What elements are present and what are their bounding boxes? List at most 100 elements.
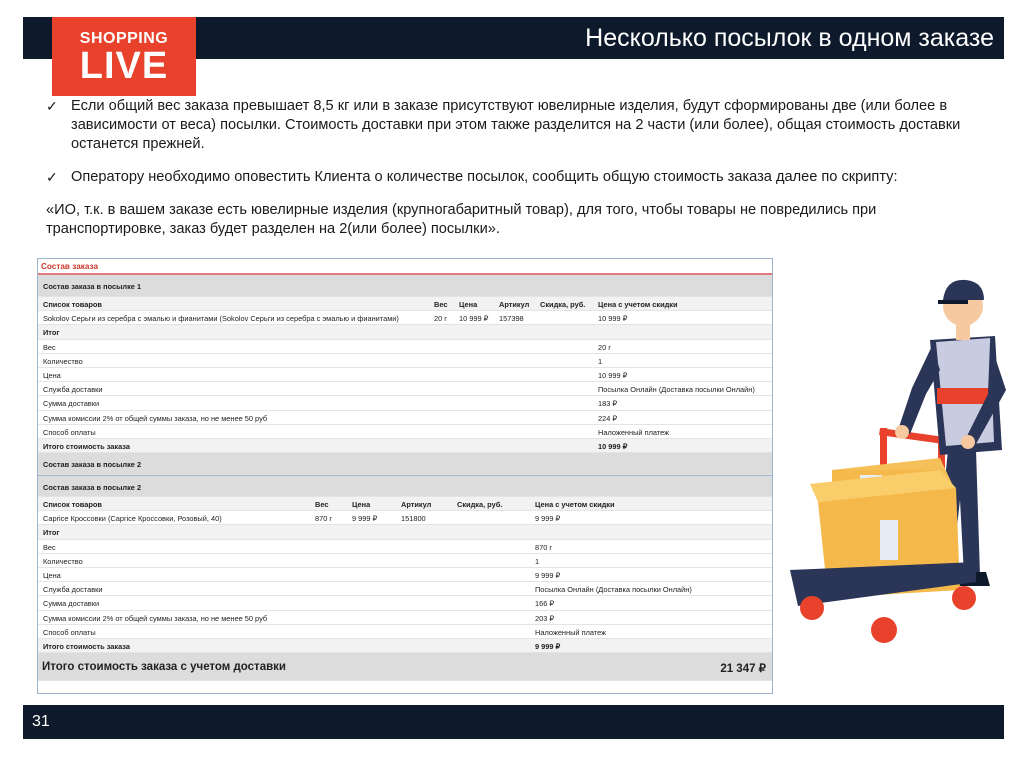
row-value: 1 bbox=[598, 356, 603, 366]
table-row: Цена 9 999 ₽ bbox=[38, 568, 772, 583]
cart-wheel bbox=[952, 586, 976, 610]
row-value: Наложенный платеж bbox=[598, 427, 670, 437]
parcel1-total: Итого стоимость заказа 10 999 ₽ bbox=[38, 438, 772, 454]
bullet-item: ✓ Если общий вес заказа превышает 8,5 кг… bbox=[46, 97, 976, 154]
bullet-list: ✓ Если общий вес заказа превышает 8,5 кг… bbox=[46, 97, 976, 239]
summary-label-row: Итог bbox=[38, 525, 772, 540]
table-row: Вес 20 г bbox=[38, 340, 772, 354]
table-row: Цена 10 999 ₽ bbox=[38, 368, 772, 383]
col-final: Цена с учетом скидки bbox=[535, 500, 615, 510]
row-value: 183 ₽ bbox=[598, 399, 618, 409]
item-weight: 870 г bbox=[315, 514, 333, 524]
parcel1-columns: Список товаров Вес Цена Артикул Скидка, … bbox=[38, 297, 772, 312]
row-value: Посылка Онлайн (Доставка посылки Онлайн) bbox=[598, 385, 755, 395]
table-row: Служба доставки Посылка Онлайн (Доставка … bbox=[38, 582, 772, 597]
row-label: Вес bbox=[43, 342, 56, 352]
order-title-text: Состав заказа bbox=[41, 262, 99, 271]
item-final: 10 999 ₽ bbox=[598, 314, 628, 324]
checkmark-icon: ✓ bbox=[46, 169, 58, 185]
bullet-item: ✓ Оператору необходимо оповестить Клиент… bbox=[46, 168, 976, 187]
table-row: Способ оплаты Наложенный платеж bbox=[38, 625, 772, 639]
row-label: Сумма комиссии 2% от общей суммы заказа,… bbox=[43, 413, 268, 423]
item-price: 9 999 ₽ bbox=[352, 514, 378, 524]
row-value: Посылка Онлайн (Доставка посылки Онлайн) bbox=[535, 585, 692, 595]
summary-label: Итог bbox=[43, 528, 60, 538]
col-article: Артикул bbox=[499, 300, 530, 309]
parcel2-collapsed-header[interactable]: Состав заказа в посылке 2 bbox=[38, 453, 772, 476]
item-product: Caprice Кроссовки (Caprice Кроссовки, Ро… bbox=[43, 514, 222, 524]
col-discount: Скидка, руб. bbox=[457, 500, 503, 510]
row-label: Сумма доставки bbox=[43, 399, 100, 409]
summary-label: Итог bbox=[43, 328, 60, 338]
row-value: 870 г bbox=[535, 542, 553, 552]
total-label: Итого стоимость заказа bbox=[43, 441, 130, 451]
table-row: Сумма комиссии 2% от общей суммы заказа,… bbox=[38, 611, 772, 625]
parcel2-collapsed-text: Состав заказа в посылке 2 bbox=[43, 460, 142, 470]
table-row: Caprice Кроссовки (Caprice Кроссовки, Ро… bbox=[38, 511, 772, 526]
row-label: Служба доставки bbox=[43, 585, 103, 595]
table-row: Количество 1 bbox=[38, 554, 772, 568]
bullet-text: Оператору необходимо оповестить Клиента … bbox=[71, 169, 898, 185]
cart-wheel bbox=[800, 596, 824, 620]
col-discount: Скидка, руб. bbox=[540, 300, 586, 309]
table-row: Сумма комиссии 2% от общей суммы заказа,… bbox=[38, 411, 772, 425]
row-value: 10 999 ₽ bbox=[598, 370, 628, 380]
bullet-text: Если общий вес заказа превышает 8,5 кг и… bbox=[71, 98, 961, 152]
worker-hand-left bbox=[895, 425, 909, 439]
total-value: 9 999 ₽ bbox=[535, 641, 561, 651]
row-value: Наложенный платеж bbox=[535, 627, 607, 637]
row-value: 203 ₽ bbox=[535, 613, 555, 623]
row-label: Способ оплаты bbox=[43, 427, 96, 437]
item-weight: 20 г bbox=[434, 314, 447, 324]
row-label: Служба доставки bbox=[43, 385, 103, 395]
row-value: 224 ₽ bbox=[598, 413, 618, 423]
col-final: Цена с учетом скидки bbox=[598, 300, 678, 309]
grand-total-row: Итого стоимость заказа с учетом доставки… bbox=[38, 653, 772, 682]
summary-label-row: Итог bbox=[38, 325, 772, 340]
row-label: Цена bbox=[43, 571, 61, 580]
parcel1-header: Состав заказа в посылке 1 bbox=[38, 275, 772, 297]
col-weight: Вес bbox=[315, 500, 329, 510]
row-value: 20 г bbox=[598, 342, 611, 352]
script-quote: «ИО, т.к. в вашем заказе есть ювелирные … bbox=[46, 202, 877, 237]
parcel1-header-text: Состав заказа в посылке 1 bbox=[43, 282, 142, 291]
row-label: Способ оплаты bbox=[43, 627, 96, 637]
row-label: Цена bbox=[43, 370, 61, 380]
col-product: Список товаров bbox=[43, 500, 102, 510]
slide-title: Несколько посылок в одном заказе bbox=[585, 24, 994, 52]
total-label: Итого стоимость заказа bbox=[43, 641, 130, 651]
row-label: Количество bbox=[43, 356, 83, 366]
table-row: Количество 1 bbox=[38, 354, 772, 368]
row-label: Количество bbox=[43, 556, 83, 566]
table-row: Служба доставки Посылка Онлайн (Доставка … bbox=[38, 382, 772, 397]
row-label: Сумма доставки bbox=[43, 599, 100, 609]
delivery-worker-illustration bbox=[790, 279, 1006, 643]
grand-total-value: 21 347 ₽ bbox=[720, 663, 766, 676]
order-table: Состав заказа Состав заказа в посылке 1 … bbox=[37, 258, 773, 694]
table-row: Sokolov Серьги из серебра с эмалью и фиа… bbox=[38, 311, 772, 326]
row-value: 9 999 ₽ bbox=[535, 571, 561, 580]
col-article: Артикул bbox=[401, 500, 432, 510]
col-product: Список товаров bbox=[43, 300, 102, 309]
footer-bar: 31 bbox=[23, 705, 1004, 739]
col-price: Цена bbox=[459, 300, 478, 309]
logo-text-bottom: LIVE bbox=[79, 44, 169, 87]
page-number: 31 bbox=[32, 713, 50, 730]
cap-visor bbox=[938, 300, 968, 304]
row-label: Вес bbox=[43, 542, 56, 552]
parcel2-header-text: Состав заказа в посылке 2 bbox=[43, 483, 142, 493]
table-row: Сумма доставки 166 ₽ bbox=[38, 596, 772, 611]
table-row: Вес 870 г bbox=[38, 540, 772, 554]
cart-wheel bbox=[871, 617, 897, 643]
box-bottom-tape bbox=[880, 520, 898, 560]
worker-cap bbox=[943, 279, 984, 300]
item-article: 151800 bbox=[401, 514, 426, 524]
total-value: 10 999 ₽ bbox=[598, 441, 628, 451]
parcel2-header: Состав заказа в посылке 2 bbox=[38, 475, 772, 498]
item-product: Sokolov Серьги из серебра с эмалью и фиа… bbox=[43, 314, 399, 324]
table-row: Способ оплаты Наложенный платеж bbox=[38, 425, 772, 439]
item-article: 157398 bbox=[499, 314, 524, 324]
row-value: 166 ₽ bbox=[535, 599, 555, 609]
row-value: 1 bbox=[535, 556, 540, 566]
parcel2-total: Итого стоимость заказа 9 999 ₽ bbox=[38, 638, 772, 654]
